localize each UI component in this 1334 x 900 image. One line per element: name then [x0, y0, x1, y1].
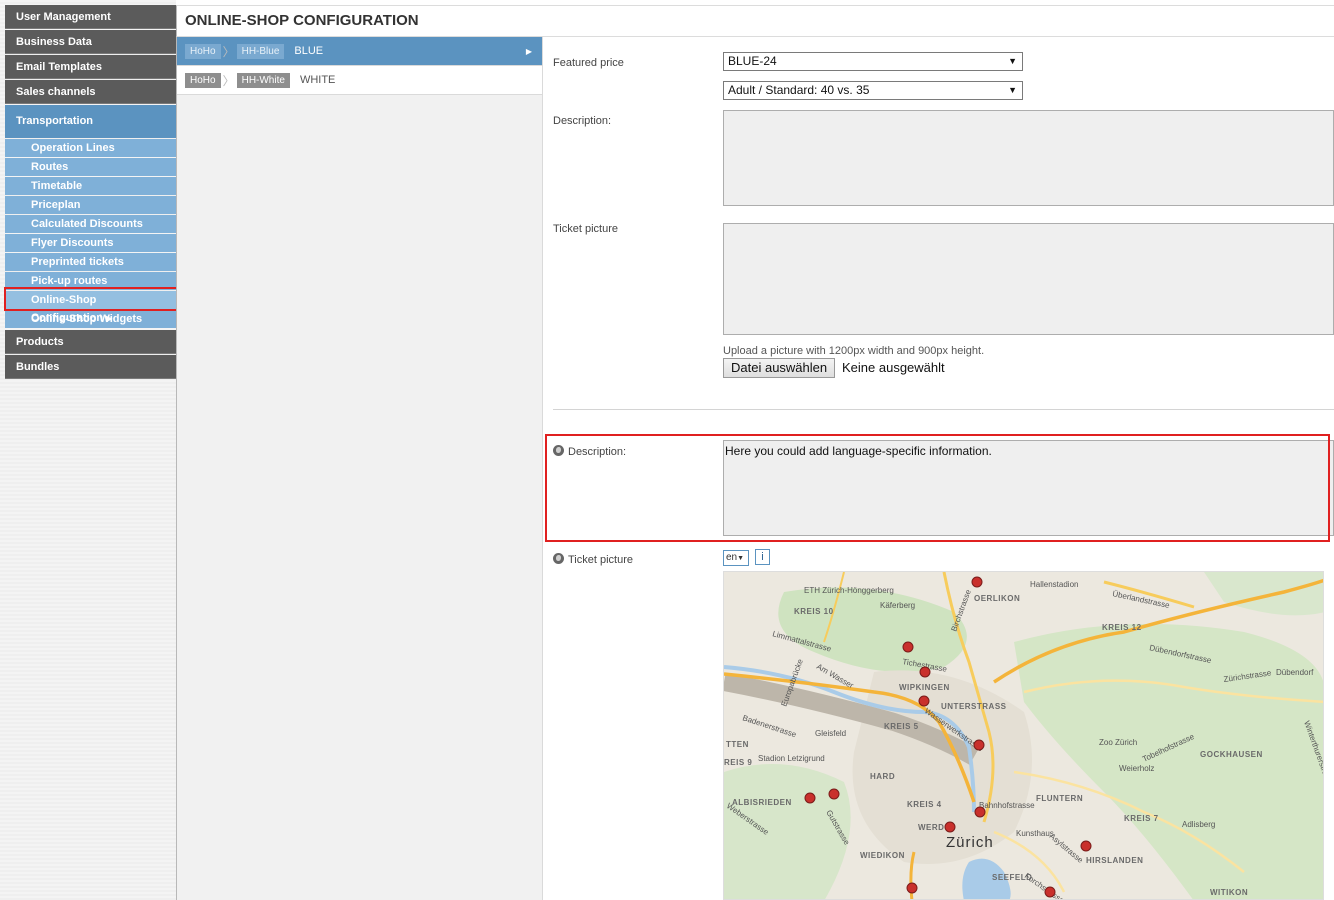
featured-price-select[interactable]: BLUE-24 ▼: [723, 52, 1023, 71]
svg-text:KREIS 10: KREIS 10: [794, 607, 834, 616]
file-status: Keine ausgewählt: [842, 360, 945, 375]
sidebar-item-sales-channels[interactable]: Sales channels: [5, 80, 176, 104]
sidebar-subitem-calculated-discounts[interactable]: Calculated Discounts: [5, 215, 176, 233]
svg-text:WIEDIKON: WIEDIKON: [860, 851, 905, 860]
ticket-picture-label: Ticket picture: [553, 223, 619, 235]
list-item-label: BLUE: [294, 45, 324, 57]
list-item-blue[interactable]: HoHo 〉 HH-Blue BLUE ▶: [177, 37, 542, 66]
lang-description-label: Description:: [553, 445, 626, 458]
svg-text:KREIS 4: KREIS 4: [907, 800, 942, 809]
crumb-line: HH-Blue: [236, 43, 285, 59]
sidebar: User Management Business Data Email Temp…: [5, 5, 176, 380]
svg-text:Stadion Letzigrund: Stadion Letzigrund: [758, 754, 825, 763]
lang-description-text: Description:: [568, 446, 627, 458]
sidebar-subitem-operation-lines[interactable]: Operation Lines: [5, 139, 176, 157]
svg-text:OERLIKON: OERLIKON: [974, 594, 1020, 603]
svg-text:HIRSLANDEN: HIRSLANDEN: [1086, 856, 1143, 865]
operation-lines-list: HoHo 〉 HH-Blue BLUE ▶ HoHo 〉 HH-White WHITE: [176, 37, 543, 900]
lang-description-field[interactable]: Here you could add language-specific inf…: [723, 440, 1334, 536]
ratio-select[interactable]: Adult / Standard: 40 vs. 35 ▼: [723, 81, 1023, 100]
sidebar-subitem-timetable[interactable]: Timetable: [5, 177, 176, 195]
lang-ticket-picture-text: Ticket picture: [568, 554, 634, 566]
svg-text:KREIS 5: KREIS 5: [884, 722, 919, 731]
svg-text:Zürich: Zürich: [946, 834, 994, 851]
list-item-white[interactable]: HoHo 〉 HH-White WHITE: [177, 66, 542, 95]
svg-text:GOCKHAUSEN: GOCKHAUSEN: [1200, 750, 1263, 759]
list-item-label: WHITE: [299, 74, 336, 86]
globe-icon: [553, 553, 564, 564]
svg-text:UNTERSTRASS: UNTERSTRASS: [941, 702, 1007, 711]
choose-file-button[interactable]: Datei auswählen: [723, 358, 836, 378]
svg-text:WIPKINGEN: WIPKINGEN: [899, 683, 950, 692]
description-label: Description:: [553, 115, 612, 127]
sidebar-item-business-data[interactable]: Business Data: [5, 30, 176, 54]
svg-text:Hallenstadion: Hallenstadion: [1030, 580, 1078, 589]
svg-text:Bahnhofstrasse: Bahnhofstrasse: [979, 801, 1035, 810]
map-graphic: OERLIKON KREIS 10 KREIS 12 UNTERSTRASS W…: [724, 572, 1323, 899]
crumb-operator: HoHo: [185, 43, 221, 59]
featured-price-label: Featured price: [553, 57, 624, 69]
sidebar-subitem-routes[interactable]: Routes: [5, 158, 176, 176]
sidebar-subitem-priceplan[interactable]: Priceplan: [5, 196, 176, 214]
svg-text:ETH Zürich-Hönggerberg: ETH Zürich-Hönggerberg: [804, 586, 894, 595]
form-divider: [553, 409, 1334, 410]
sidebar-subitem-preprinted-tickets[interactable]: Preprinted tickets: [5, 253, 176, 271]
ticket-picture-preview: [723, 223, 1334, 335]
configuration-form: Featured price BLUE-24 ▼ Adult / Standard…: [543, 37, 1334, 900]
sidebar-item-user-management[interactable]: User Management: [5, 5, 176, 29]
svg-text:HARD: HARD: [870, 772, 895, 781]
sidebar-subitem-online-shop-configuration[interactable]: Online-Shop Configuration▶: [5, 291, 176, 324]
ratio-value: Adult / Standard: 40 vs. 35: [728, 83, 870, 97]
chevron-right-icon: 〉: [222, 73, 235, 88]
sidebar-subitem-online-shop-widgets[interactable]: Online-Shop Widgets: [5, 310, 176, 328]
svg-text:Dübendorf: Dübendorf: [1276, 668, 1314, 677]
description-field[interactable]: [723, 110, 1334, 206]
svg-text:WITIKON: WITIKON: [1210, 888, 1248, 897]
featured-price-value: BLUE-24: [728, 54, 777, 68]
language-select[interactable]: en▼: [723, 550, 749, 566]
svg-text:Weierholz: Weierholz: [1119, 764, 1154, 773]
lang-ticket-picture-label: Ticket picture: [553, 553, 633, 566]
caret-down-icon: ▼: [1008, 85, 1017, 95]
ticket-picture-map: OERLIKON KREIS 10 KREIS 12 UNTERSTRASS W…: [723, 571, 1324, 900]
svg-text:WERD: WERD: [918, 823, 944, 832]
svg-text:KREIS 7: KREIS 7: [1124, 814, 1159, 823]
svg-text:Käferberg: Käferberg: [880, 601, 915, 610]
svg-text:Adlisberg: Adlisberg: [1182, 820, 1215, 829]
svg-text:FLUNTERN: FLUNTERN: [1036, 794, 1083, 803]
caret-right-icon: ▶: [525, 46, 532, 56]
svg-text:KREIS 12: KREIS 12: [1102, 623, 1142, 632]
caret-down-icon: ▼: [1008, 56, 1017, 66]
globe-icon: [553, 445, 564, 456]
language-value: en: [726, 552, 738, 563]
sidebar-item-bundles[interactable]: Bundles: [5, 355, 176, 379]
page-title: ONLINE-SHOP CONFIGURATION: [176, 5, 1334, 37]
crumb-operator: HoHo: [185, 72, 221, 88]
sidebar-subitem-flyer-discounts[interactable]: Flyer Discounts: [5, 234, 176, 252]
sidebar-item-products[interactable]: Products: [5, 330, 176, 354]
svg-text:Gleisfeld: Gleisfeld: [815, 729, 846, 738]
svg-text:Badenerstrasse: Badenerstrasse: [741, 713, 798, 739]
sidebar-item-email-templates[interactable]: Email Templates: [5, 55, 176, 79]
chevron-right-icon: 〉: [222, 44, 235, 59]
crumb-line: HH-White: [236, 72, 290, 88]
svg-text:Asylstrasse: Asylstrasse: [1048, 832, 1086, 866]
svg-text:TTEN: TTEN: [726, 740, 749, 749]
sidebar-item-transportation[interactable]: Transportation: [5, 105, 176, 138]
svg-text:REIS 9: REIS 9: [724, 758, 752, 767]
info-button[interactable]: i: [755, 549, 770, 565]
sidebar-subitem-pickup-routes[interactable]: Pick-up routes: [5, 272, 176, 290]
caret-down-icon: ▼: [737, 555, 745, 562]
svg-text:Zoo Zürich: Zoo Zürich: [1099, 738, 1137, 747]
upload-hint: Upload a picture with 1200px width and 9…: [723, 345, 985, 357]
svg-text:ALBISRIEDEN: ALBISRIEDEN: [732, 798, 792, 807]
